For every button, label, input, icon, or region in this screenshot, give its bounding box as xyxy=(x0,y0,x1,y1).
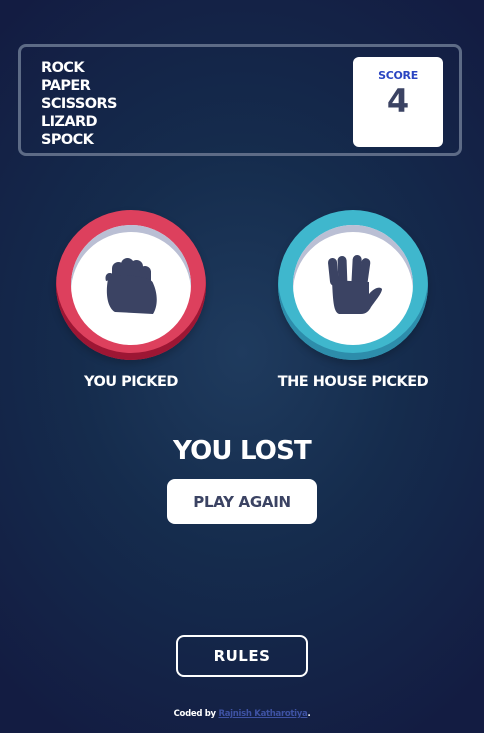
rules-button[interactable]: RULES xyxy=(176,635,308,677)
title-item-spock: SPOCK xyxy=(41,132,94,148)
game-header: ROCK PAPER SCISSORS LIZARD SPOCK SCORE 4 xyxy=(18,44,462,156)
author-link[interactable]: Rajnish Katharotiya xyxy=(218,709,307,719)
play-again-button[interactable]: PLAY AGAIN xyxy=(167,479,317,524)
house-token-spock xyxy=(278,210,428,360)
spock-hand-icon xyxy=(328,255,382,314)
attribution-suffix: . xyxy=(307,709,311,719)
title-item-rock: ROCK xyxy=(41,60,85,76)
player-pick: YOU PICKED xyxy=(56,210,206,390)
rock-fist-icon xyxy=(105,258,157,314)
result-text: YOU LOST xyxy=(173,436,312,466)
score-label: SCORE xyxy=(378,69,418,82)
house-pick: THE HOUSE PICKED xyxy=(278,210,429,390)
player-token-face xyxy=(71,225,191,345)
title-item-scissors: SCISSORS xyxy=(41,96,117,112)
attribution: Coded by Rajnish Katharotiya. xyxy=(0,709,484,719)
title-item-lizard: LIZARD xyxy=(41,114,98,130)
game-title: ROCK PAPER SCISSORS LIZARD SPOCK xyxy=(41,59,117,149)
attribution-prefix: Coded by xyxy=(173,709,217,719)
score-value: 4 xyxy=(386,82,410,120)
result-panel: YOU LOST xyxy=(0,432,484,470)
house-pick-label: THE HOUSE PICKED xyxy=(277,374,429,390)
player-token-rock xyxy=(56,210,206,360)
title-item-paper: PAPER xyxy=(41,78,91,94)
score-box: SCORE 4 xyxy=(353,57,443,147)
player-pick-label: YOU PICKED xyxy=(84,374,178,390)
house-token-face xyxy=(293,225,413,345)
